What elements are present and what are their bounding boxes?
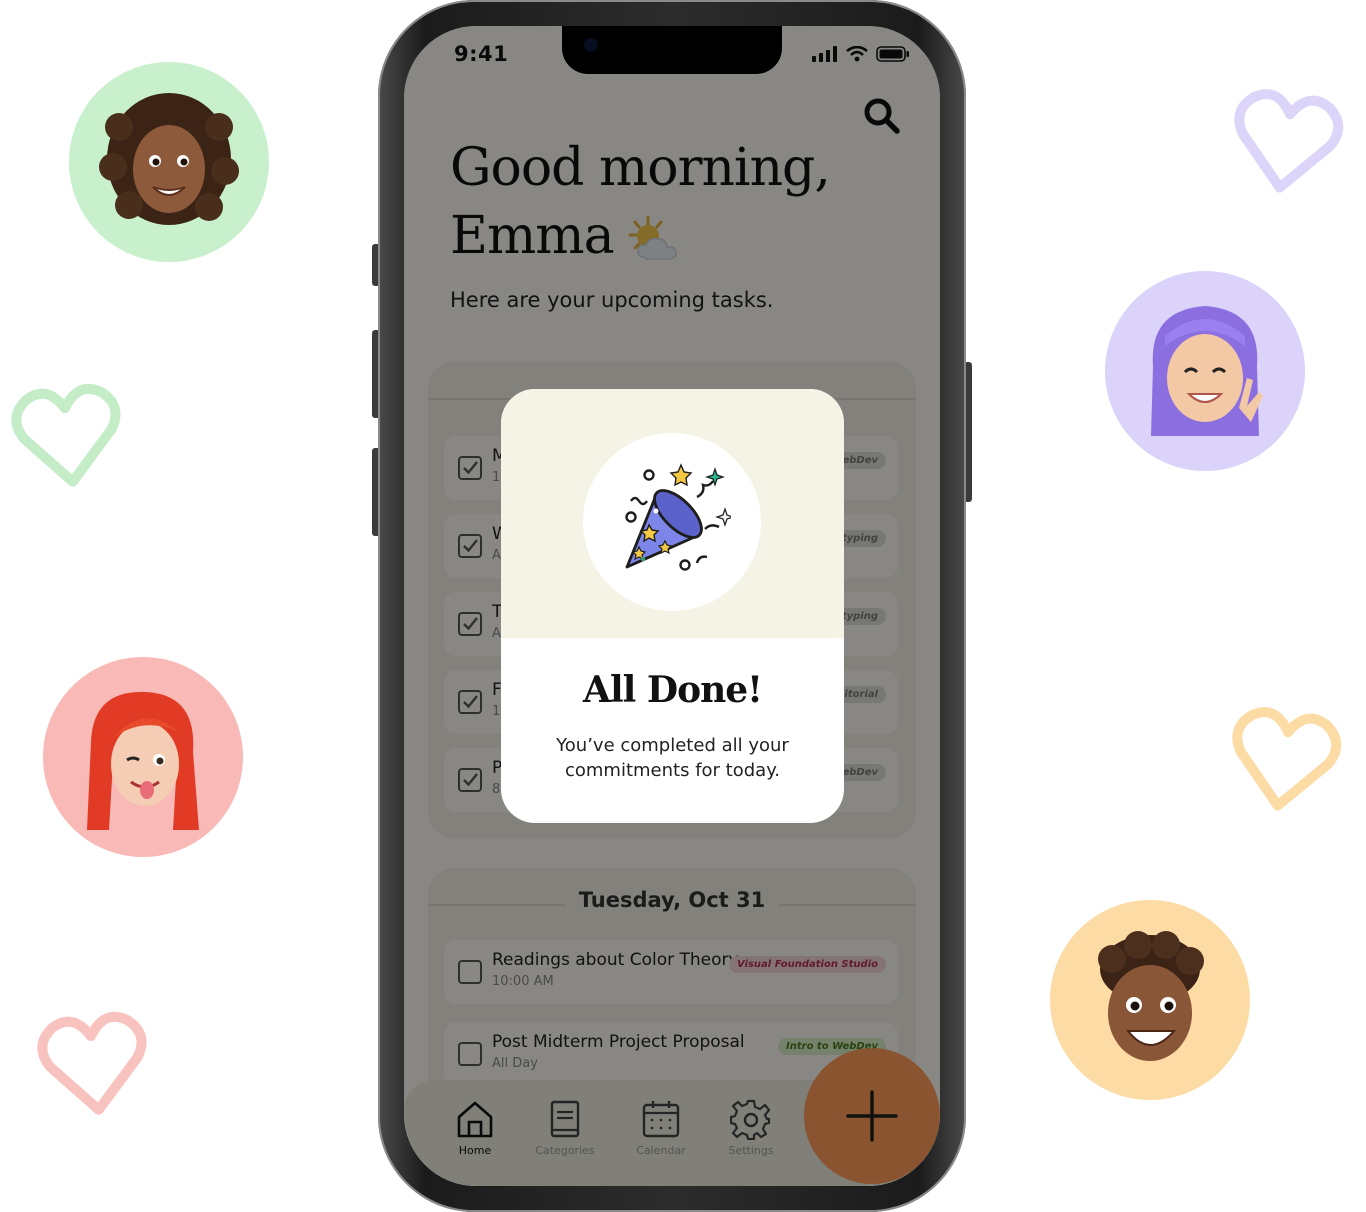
modal-icon-circle <box>583 433 761 611</box>
all-done-modal[interactable]: All Done! You’ve completed all your comm… <box>501 389 844 823</box>
memoji-curly-hair-icon <box>99 93 239 225</box>
memoji-boy-icon <box>1098 931 1204 1061</box>
modal-title: All Done! <box>583 669 763 711</box>
phone-screen: 9:41 Good morning, Emma Here are your up… <box>404 26 940 1186</box>
heart-outline-green-icon <box>11 383 121 487</box>
modal-illustration-area <box>501 389 844 638</box>
avatar-green <box>69 62 269 262</box>
avatar-orange <box>1050 900 1250 1100</box>
avatar-pink <box>43 657 243 857</box>
avatar-purple <box>1105 271 1305 471</box>
memoji-red-hair-icon <box>87 691 199 830</box>
party-popper-icon <box>625 463 731 571</box>
heart-outline-orange-icon <box>1232 707 1342 811</box>
plus-icon <box>846 1090 898 1142</box>
heart-outline-pink-icon <box>37 1011 147 1115</box>
add-task-button[interactable] <box>804 1048 940 1184</box>
heart-outline-purple-icon <box>1234 89 1344 193</box>
memoji-purple-hair-icon <box>1151 306 1263 436</box>
modal-message: You’ve completed all your commitments fo… <box>556 735 789 781</box>
